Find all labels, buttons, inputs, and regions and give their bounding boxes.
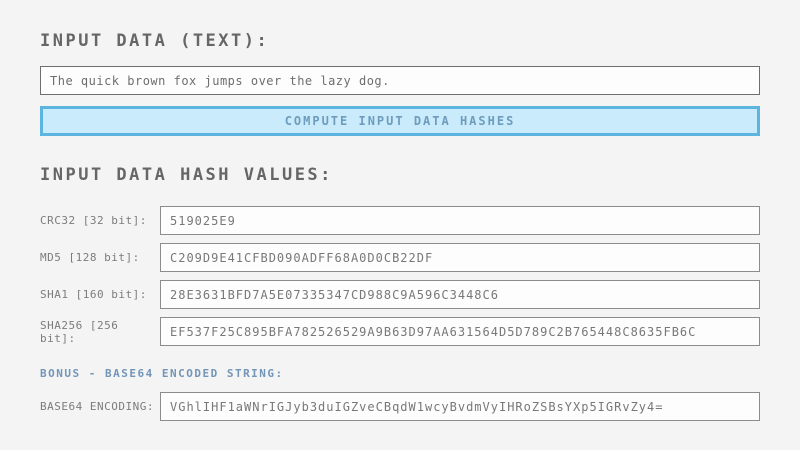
input-data-text-field[interactable]	[40, 66, 760, 95]
md5-label: MD5 [128 bit]:	[40, 251, 160, 264]
hash-row-sha256: SHA256 [256 bit]:	[40, 317, 760, 346]
base64-row: BASE64 ENCODING:	[40, 392, 760, 421]
hash-values-section-title: INPUT DATA HASH VALUES:	[40, 165, 760, 185]
hash-rows: CRC32 [32 bit]: MD5 [128 bit]: SHA1 [160…	[40, 206, 760, 346]
hash-row-md5: MD5 [128 bit]:	[40, 243, 760, 272]
compute-hashes-button[interactable]: COMPUTE INPUT DATA HASHES	[40, 106, 760, 136]
hash-tool-page: INPUT DATA (TEXT): COMPUTE INPUT DATA HA…	[0, 0, 800, 421]
hash-row-crc32: CRC32 [32 bit]:	[40, 206, 760, 235]
base64-label: BASE64 ENCODING:	[40, 400, 160, 413]
sha256-label: SHA256 [256 bit]:	[40, 319, 160, 345]
md5-value-field[interactable]	[160, 243, 760, 272]
sha256-value-field[interactable]	[160, 317, 760, 346]
sha1-label: SHA1 [160 bit]:	[40, 288, 160, 301]
crc32-value-field[interactable]	[160, 206, 760, 235]
crc32-label: CRC32 [32 bit]:	[40, 214, 160, 227]
sha1-value-field[interactable]	[160, 280, 760, 309]
hash-row-sha1: SHA1 [160 bit]:	[40, 280, 760, 309]
bonus-base64-section-title: BONUS - BASE64 ENCODED STRING:	[40, 367, 760, 380]
base64-value-field[interactable]	[160, 392, 760, 421]
input-data-section-title: INPUT DATA (TEXT):	[40, 31, 760, 51]
